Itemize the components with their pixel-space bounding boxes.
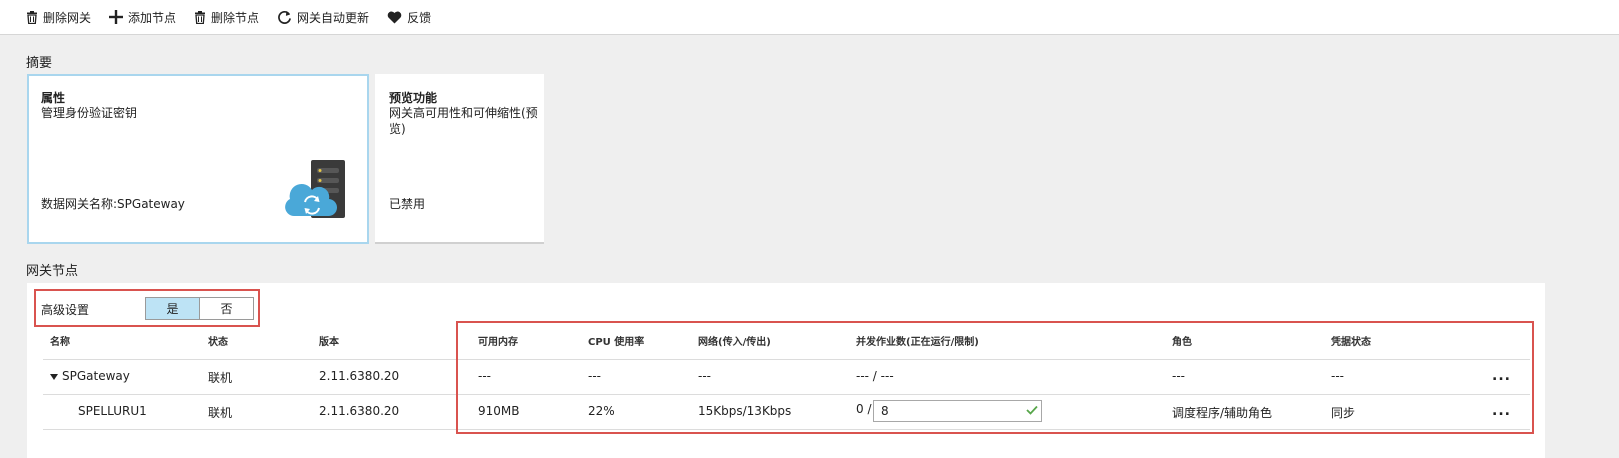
- delete-gateway-label: 删除网关: [43, 10, 92, 25]
- preview-tile-subtitle: 网关高可用性和可伸缩性(预览): [389, 106, 538, 136]
- delete-gateway-button[interactable]: 删除网关: [26, 9, 91, 26]
- column-header-version[interactable]: 版本: [319, 333, 339, 348]
- auto-update-button[interactable]: 网关自动更新: [277, 9, 369, 26]
- gateway-server-cloud-icon: [285, 160, 345, 218]
- expand-caret-icon[interactable]: [50, 373, 58, 380]
- column-header-status[interactable]: 状态: [208, 333, 228, 348]
- delete-node-label: 删除节点: [211, 10, 260, 25]
- gateway-status: 联机: [208, 371, 233, 385]
- preview-status-text: 已禁用: [389, 197, 426, 211]
- properties-tile-title: 属性: [41, 91, 66, 105]
- plus-icon: [109, 10, 124, 24]
- properties-tile-subtitle: 管理身份验证密钥: [41, 106, 138, 120]
- feedback-button[interactable]: 反馈: [387, 9, 431, 26]
- node-status: 联机: [208, 406, 233, 420]
- gateway-version: 2.11.6380.20: [319, 369, 400, 383]
- gateway-name: SPGateway: [62, 369, 130, 383]
- advanced-settings-toggle[interactable]: 是 否: [145, 297, 254, 320]
- toggle-yes-option[interactable]: 是: [146, 298, 200, 319]
- column-header-name[interactable]: 名称: [50, 333, 70, 348]
- preview-tile-title: 预览功能: [389, 91, 438, 105]
- feedback-label: 反馈: [407, 10, 432, 25]
- node-version: 2.11.6380.20: [319, 404, 400, 418]
- toggle-no-option[interactable]: 否: [200, 298, 253, 319]
- delete-node-button[interactable]: 删除节点: [194, 9, 259, 26]
- gateway-nodes-heading: 网关节点: [26, 264, 79, 279]
- add-node-button[interactable]: 添加节点: [109, 9, 176, 26]
- refresh-icon: [278, 10, 292, 24]
- command-bar: 删除网关 添加节点 删除节点 网关自动更新 反馈: [0, 0, 1619, 35]
- add-node-label: 添加节点: [128, 10, 177, 25]
- heart-icon: [387, 11, 402, 24]
- auto-update-label: 网关自动更新: [297, 10, 370, 25]
- summary-heading: 摘要: [26, 56, 53, 71]
- gateway-row-name[interactable]: SPGateway: [50, 369, 130, 383]
- advanced-settings-label: 高级设置: [41, 303, 90, 317]
- trash-icon: [27, 10, 37, 24]
- node-name: SPELLURU1: [78, 404, 147, 418]
- gateway-name-text: 数据网关名称:SPGateway: [41, 197, 185, 211]
- metrics-columns-highlight: [456, 321, 1534, 434]
- preview-features-tile[interactable]: 预览功能 网关高可用性和可伸缩性(预览) 已禁用: [375, 74, 544, 244]
- properties-tile[interactable]: 属性 管理身份验证密钥 数据网关名称:SPGateway: [27, 74, 369, 244]
- trash-icon: [195, 10, 206, 24]
